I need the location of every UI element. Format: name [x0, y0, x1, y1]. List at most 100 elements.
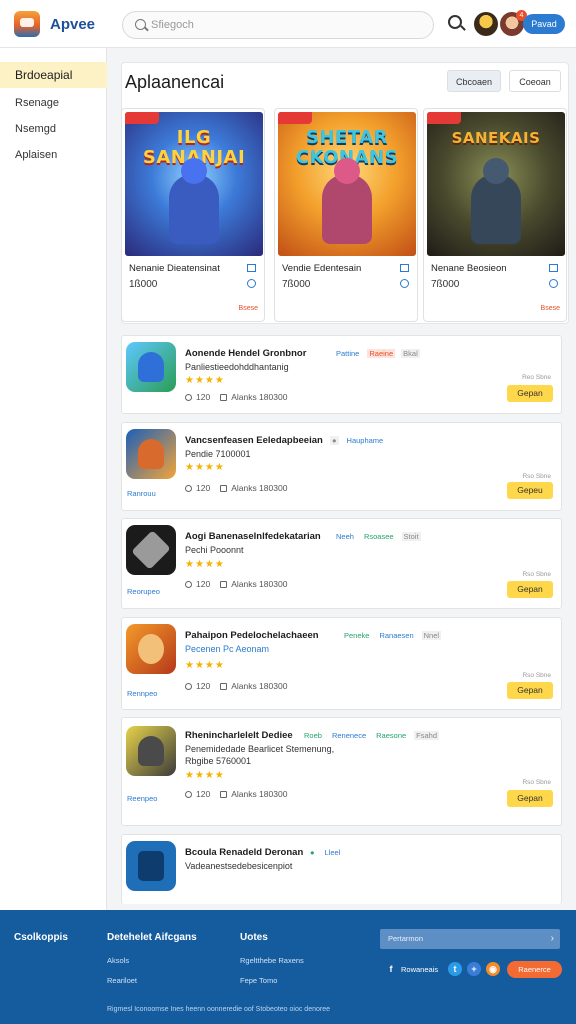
get-button[interactable]: Gepeu: [507, 482, 553, 499]
side-note: Rso Sbne: [522, 779, 551, 786]
footer-link[interactable]: Fepe Tomo: [240, 976, 277, 985]
newsletter-email-field[interactable]: Pertarmon: [380, 929, 560, 949]
rss-icon[interactable]: ◉: [486, 962, 500, 976]
sidebar-item-3[interactable]: Nsemgd: [0, 116, 107, 142]
app-icon: [126, 342, 176, 392]
list-item[interactable]: Rhenincharlelelt Dediee Roeb Renenece Raes…: [121, 717, 562, 826]
badge: Peneke: [344, 631, 370, 640]
search-icon[interactable]: [448, 15, 462, 29]
game-price: 1ß000: [129, 279, 158, 290]
app-icon: [126, 429, 176, 479]
app-link[interactable]: Reorupeo: [127, 587, 160, 596]
game-name: Nenane Beosieon: [431, 263, 507, 274]
list-item[interactable]: Vancsenfeasen Eeledapbeeian ● Hauphame Pe…: [121, 422, 562, 511]
share-icon[interactable]: [549, 279, 558, 288]
app-link[interactable]: Reenpeo: [127, 794, 157, 803]
badge: Renenece: [331, 731, 367, 740]
featured-game-card[interactable]: SANEKAIS Nenane Beosieon 7ß000 Bsese: [423, 108, 567, 322]
badge: Raesone: [376, 731, 407, 740]
app-link[interactable]: Rennpeo: [127, 689, 157, 698]
sidebar-item-home[interactable]: Brdoeapial: [0, 62, 107, 88]
share-icon[interactable]: [400, 279, 409, 288]
filter-chip[interactable]: Cbcoaen: [447, 70, 501, 92]
wishlist-icon[interactable]: [549, 264, 558, 272]
badge: Neeh: [336, 532, 354, 541]
app-title[interactable]: Pahaipon Pedelochelachaeen: [185, 630, 319, 641]
rating-stars: ★★★★: [185, 559, 225, 570]
comment-icon: [185, 581, 192, 588]
avatar[interactable]: [474, 12, 498, 36]
cover-title: SANEKAIS: [451, 129, 541, 147]
app-title[interactable]: Aogi Banenaselnlfedekatarian: [185, 531, 321, 542]
list-item[interactable]: Aogi Banenaselnlfedekatarian Neeh Rsoasee…: [121, 518, 562, 609]
get-button[interactable]: Gepan: [507, 790, 553, 807]
app-title[interactable]: Vancsenfeasen Eeledapbeeian: [185, 435, 323, 446]
app-badges: Neeh Rsoasee Stoit: [334, 532, 427, 541]
download-icon: [220, 791, 228, 798]
search-bar[interactable]: [122, 11, 434, 39]
footer-link[interactable]: Reariloet: [107, 976, 137, 985]
get-button[interactable]: Gepan: [507, 581, 553, 598]
badge: Roeb: [304, 731, 322, 740]
rating-stars: ★★★★: [185, 770, 225, 781]
side-note: Rso Sbne: [522, 473, 551, 480]
brand-name[interactable]: Apvee: [50, 16, 95, 33]
character-art: [169, 174, 219, 244]
wishlist-icon[interactable]: [400, 264, 409, 272]
ribbon: [427, 112, 461, 124]
wishlist-icon[interactable]: [247, 264, 256, 272]
featured-game-card[interactable]: ILG SANANJAI Nenanie Dieatensinat 1ß000 …: [121, 108, 265, 322]
featured-game-card[interactable]: SHETAR CKONANS Vendie Edentesain 7ß000: [274, 108, 418, 322]
site-footer: Csolkoppis Detehelet Aifcgans Uotes Akso…: [0, 910, 576, 1024]
subscribe-button[interactable]: Raenerce: [507, 961, 562, 978]
app-logo[interactable]: [14, 11, 40, 37]
app-badges: Pattine Raeine Bkal: [334, 349, 426, 358]
twitter-icon[interactable]: t: [448, 962, 462, 976]
footer-heading: Csolkoppis: [14, 932, 68, 943]
side-note: Reo Sbne: [522, 374, 551, 381]
app-title[interactable]: Rhenincharlelelt Dediee: [185, 730, 293, 741]
app-icon: [126, 624, 176, 674]
get-button[interactable]: Gepan: [507, 385, 553, 402]
sidebar-item-2[interactable]: Rsenage: [0, 90, 107, 116]
badge: Stoit: [401, 532, 421, 541]
facebook-icon[interactable]: f: [384, 962, 398, 976]
app-title[interactable]: Bcoula Renadeld Deronan: [185, 847, 303, 858]
footer-link[interactable]: Rgeltthebe Raxens: [240, 956, 304, 965]
rating-stars: ★★★★: [185, 462, 225, 473]
sidebar-item-4[interactable]: Aplaisen: [0, 142, 107, 168]
game-cover-art: SHETAR CKONANS: [278, 112, 416, 256]
app-badges: Peneke Ranaesen Nnel: [342, 631, 447, 640]
comment-icon: [185, 683, 192, 690]
comment-icon: [185, 394, 192, 401]
app-icon: [126, 525, 176, 575]
share-icon[interactable]: [247, 279, 256, 288]
search-input[interactable]: [151, 16, 421, 34]
app-badges: ● Hauphame: [330, 436, 391, 445]
comment-icon: [185, 485, 192, 492]
plus-icon[interactable]: +: [467, 962, 481, 976]
download-icon: [220, 485, 228, 492]
game-name: Vendie Edentesain: [282, 263, 362, 274]
header-action-button[interactable]: Pavad: [523, 14, 565, 34]
app-meta: 120 Alanks 180300: [185, 789, 287, 799]
card-tag: Bsese: [540, 305, 560, 312]
app-meta: 120 Alanks 180300: [185, 681, 287, 691]
search-icon: [135, 19, 146, 30]
badge: Raeine: [367, 349, 396, 358]
badge: Pattine: [336, 349, 360, 358]
footer-link[interactable]: Aksols: [107, 956, 129, 965]
app-link[interactable]: Ranrouu: [127, 489, 156, 498]
list-item[interactable]: Bcoula Renadeld Deronan ● Lleel Vadeanest…: [121, 834, 562, 904]
get-button[interactable]: Gepan: [507, 682, 553, 699]
filter-chip[interactable]: Coeoan: [509, 70, 561, 92]
app-title[interactable]: Aonende Hendel Gronbnor: [185, 348, 306, 359]
copyright-text: Rigmesl Iconoomse Ines heenn oonneredie …: [107, 1006, 330, 1013]
badge: Nnel: [421, 631, 442, 640]
list-item[interactable]: Aonende Hendel Gronbnor Pattine Raeine Bka…: [121, 335, 562, 414]
list-item[interactable]: Pahaipon Pedelochelachaeen Peneke Ranaese…: [121, 617, 562, 710]
side-note: Rso Sbne: [522, 571, 551, 578]
badge: Hauphame: [346, 436, 384, 445]
character-art: [322, 174, 372, 244]
badge: Rsoasee: [363, 532, 394, 541]
